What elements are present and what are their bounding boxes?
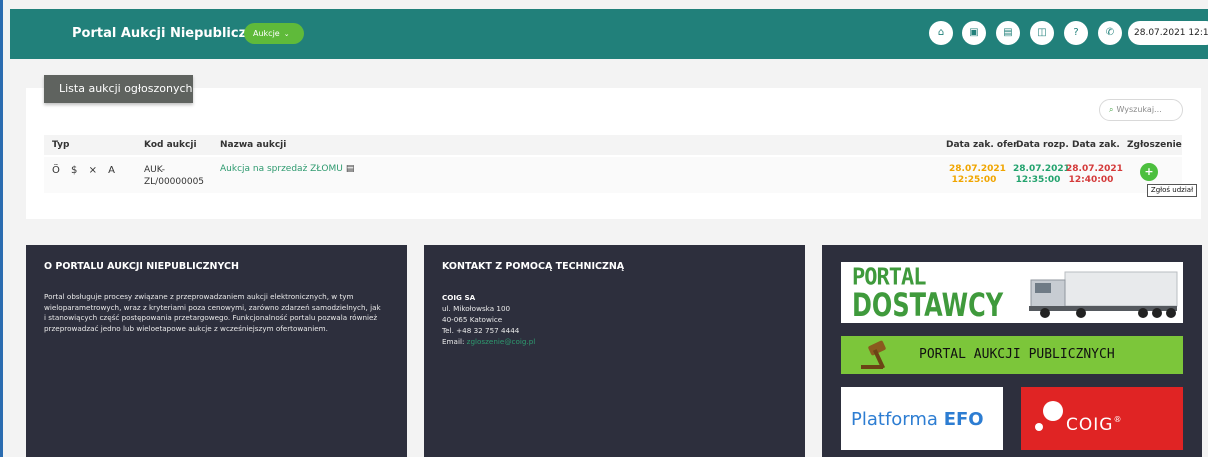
- coig-label: COIG®: [1066, 415, 1122, 435]
- phone-icon[interactable]: ✆: [1098, 21, 1122, 45]
- start-time: 12:35:00: [1015, 175, 1061, 185]
- banner-coig[interactable]: COIG®: [1021, 387, 1183, 450]
- banner-public-auctions[interactable]: PORTAL AUKCJI PUBLICZNYCH: [841, 336, 1183, 374]
- table-row: Ö $ ⨯ A AUK-ZL/00000005 Aukcja na sprzed…: [44, 157, 1182, 193]
- company-name: COIG SA: [442, 293, 476, 302]
- truck-image-icon: [1029, 271, 1178, 318]
- auction-type-icons: Ö $ ⨯ A: [52, 165, 119, 176]
- book-icon[interactable]: ◫: [1030, 21, 1054, 45]
- offer-end-date: 28.07.2021: [949, 164, 1006, 174]
- col-zgloszenie: Zgłoszenie: [1127, 140, 1182, 150]
- table-header: Typ Kod aukcji Nazwa aukcji Data zak. of…: [44, 135, 1182, 155]
- auction-code: AUK-ZL/00000005: [144, 165, 205, 187]
- col-kod: Kod aukcji: [144, 140, 197, 150]
- col-data-zak: Data zak.: [1072, 140, 1120, 150]
- auctions-menu-pill[interactable]: Aukcje ⌄: [244, 23, 304, 44]
- auction-name-link[interactable]: Aukcja na sprzedaż ZŁOMU ▤: [220, 164, 354, 174]
- efo-label: Platforma EFO: [851, 409, 984, 430]
- truck-icon[interactable]: ▤: [996, 21, 1020, 45]
- home-icon[interactable]: ⌂: [929, 21, 953, 45]
- join-auction-button[interactable]: +: [1140, 163, 1158, 181]
- col-typ: Typ: [52, 140, 70, 150]
- city: 40-065 Katowice: [442, 315, 503, 324]
- search-input[interactable]: ⌕ Wyszukaj...: [1099, 99, 1183, 121]
- calendar-icon[interactable]: ▣: [962, 21, 986, 45]
- tab-auction-list[interactable]: Lista aukcji ogłoszonych: [44, 75, 193, 103]
- auctions-menu-label: Aukcje: [253, 29, 280, 38]
- start-datetime: 28.07.2021 12:35:00: [1013, 164, 1070, 186]
- col-nazwa: Nazwa aukcji: [220, 140, 287, 150]
- contact-title: KONTAKT Z POMOCĄ TECHNICZNĄ: [442, 261, 625, 272]
- end-time: 12:40:00: [1068, 175, 1114, 185]
- street: ul. Mikołowska 100: [442, 304, 511, 313]
- col-data-rozp: Data rozp.: [1016, 140, 1069, 150]
- contact-section: KONTAKT Z POMOCĄ TECHNICZNĄ COIG SA ul. …: [424, 245, 805, 457]
- join-tooltip: Zgłoś udział: [1147, 184, 1197, 197]
- search-icon: ⌕: [1109, 105, 1114, 114]
- banner-portal-dostawcy[interactable]: PORTAL DOSTAWCY: [841, 262, 1183, 323]
- gavel-icon: [861, 340, 886, 369]
- col-data-zak-ofer: Data zak. ofer.: [946, 140, 1020, 150]
- question-icon[interactable]: ?: [1064, 21, 1088, 45]
- public-auctions-label: PORTAL AUKCJI PUBLICZNYCH: [919, 347, 1115, 362]
- chevron-down-icon: ⌄: [283, 30, 290, 38]
- start-date: 28.07.2021: [1013, 164, 1070, 174]
- email-row: Email: zgloszenie@coig.pl: [442, 336, 535, 347]
- efo-word1: Platforma: [851, 409, 938, 430]
- dostawcy-line2: DOSTAWCY: [852, 286, 1004, 323]
- banner-platforma-efo[interactable]: Platforma EFO: [841, 387, 1003, 450]
- end-datetime: 28.07.2021 12:40:00: [1066, 164, 1123, 186]
- about-section: O PORTALU AUKCJI NIEPUBLICZNYCH Portal o…: [26, 245, 407, 457]
- registered-mark: ®: [1113, 415, 1123, 424]
- coig-word: COIG: [1066, 415, 1114, 435]
- offer-end-time: 12:25:00: [951, 175, 997, 185]
- about-title: O PORTALU AUKCJI NIEPUBLICZNYCH: [44, 261, 239, 272]
- email-link[interactable]: zgloszenie@coig.pl: [467, 337, 536, 346]
- datetime-display: 28.07.2021 12:10:30: [1128, 21, 1208, 45]
- efo-word2: EFO: [943, 409, 984, 430]
- contact-details: COIG SA ul. Mikołowska 100 40-065 Katowi…: [442, 292, 535, 347]
- offer-end-datetime: 28.07.2021 12:25:00: [949, 164, 1006, 186]
- coig-logo-dot-large: [1043, 401, 1063, 421]
- auction-name[interactable]: Aukcja na sprzedaż ZŁOMU: [220, 164, 343, 174]
- coig-logo-dot-small: [1035, 423, 1043, 431]
- end-date: 28.07.2021: [1066, 164, 1123, 174]
- search-placeholder: Wyszukaj...: [1116, 105, 1162, 114]
- top-navbar: Portal Aukcji Niepublicznych Aukcje ⌄ ⌂ ▣…: [10, 9, 1208, 59]
- document-icon[interactable]: ▤: [346, 164, 355, 174]
- email-label: Email:: [442, 337, 465, 346]
- phone: Tel. +48 32 757 4444: [442, 326, 520, 335]
- about-text: Portal obsługuje procesy związane z prze…: [44, 292, 381, 333]
